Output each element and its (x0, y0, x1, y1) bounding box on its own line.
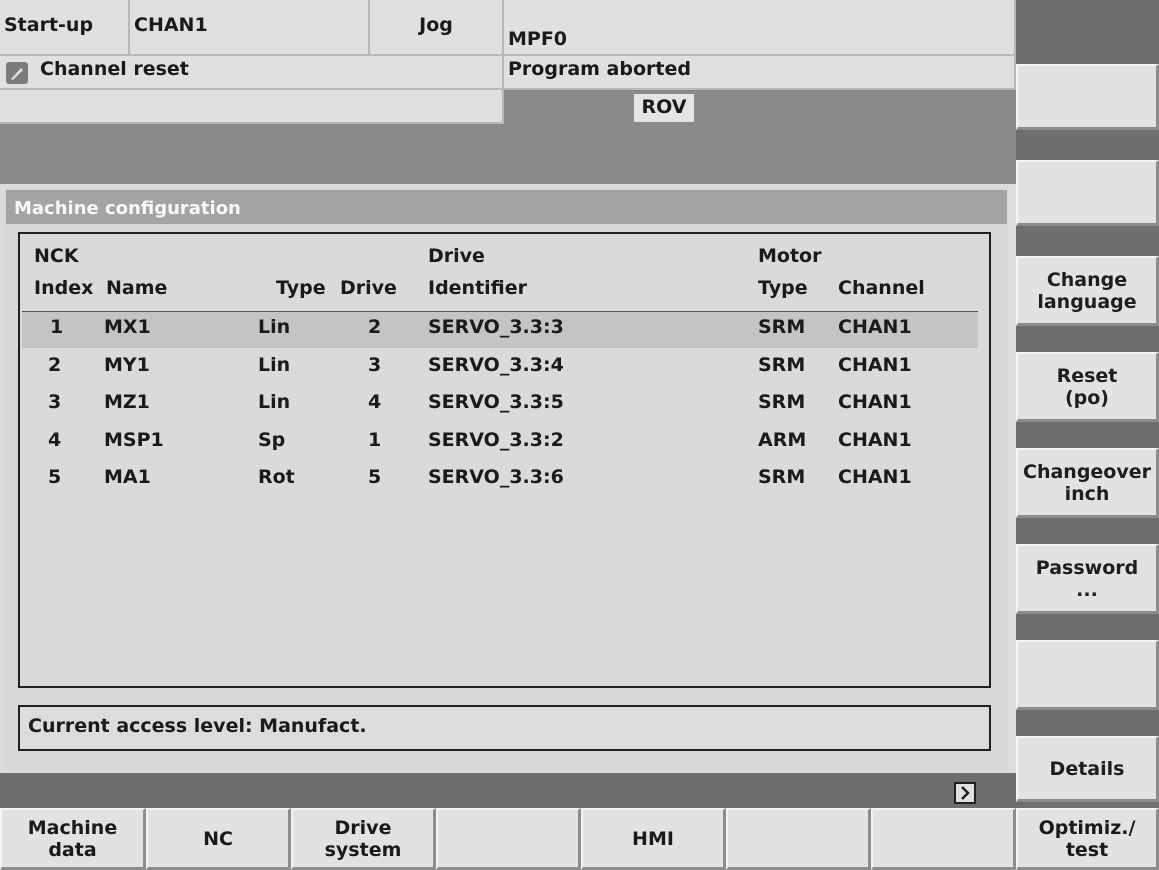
cell-index: 1 (50, 316, 64, 338)
cell-identifier: SERVO_3.3:3 (428, 316, 564, 338)
cell-drive: 5 (368, 466, 382, 488)
cell-type: Rot (258, 466, 295, 488)
cell-name: MY1 (104, 353, 150, 376)
col-index-top: NCK (34, 245, 79, 267)
cell-channel: CHAN1 (838, 353, 912, 376)
cell-name: MX1 (104, 316, 151, 338)
cell-index: 4 (48, 428, 62, 451)
message-band (0, 124, 1016, 184)
status-band (504, 90, 1016, 124)
cell-identifier: SERVO_3.3:5 (428, 391, 564, 413)
cell-motor-type: SRM (758, 466, 806, 488)
pencil-icon (6, 62, 28, 84)
cell-index: 3 (48, 391, 62, 413)
details-button[interactable]: Details (1016, 736, 1159, 802)
changeover-inch-button[interactable]: Changeover inch (1016, 448, 1159, 518)
cell-motor-type: SRM (758, 353, 806, 376)
cell-drive: 3 (368, 353, 382, 376)
nc-button[interactable]: NC (146, 808, 291, 870)
col-identifier: Identifier (428, 277, 528, 299)
col-channel: Channel (838, 277, 925, 299)
cell-index: 2 (48, 353, 62, 376)
reset-po-button[interactable]: Reset (po) (1016, 352, 1159, 422)
cell-channel: CHAN1 (838, 466, 912, 488)
machine-data-button[interactable]: Machine data (0, 808, 146, 870)
col-identifier-top: Drive (428, 245, 485, 267)
cell-channel: CHAN1 (838, 428, 912, 451)
cell-identifier: SERVO_3.3:2 (428, 428, 564, 451)
area-label: Start-up (0, 0, 130, 56)
vsoftkey-7[interactable] (1016, 640, 1159, 710)
alarm-line (0, 90, 504, 124)
cell-type: Lin (258, 316, 291, 338)
drive-system-button[interactable]: Drive system (291, 808, 436, 870)
vsoftkey-2[interactable] (1016, 160, 1159, 226)
cell-drive: 1 (368, 428, 382, 451)
hsoftkey-7[interactable] (871, 808, 1016, 870)
cell-identifier: SERVO_3.3:4 (428, 353, 564, 376)
mode-label: Jog (370, 0, 504, 56)
col-name: Name (106, 277, 168, 299)
cell-channel: CHAN1 (838, 316, 912, 338)
optimiz-test-button[interactable]: Optimiz./ test (1016, 808, 1159, 870)
cell-type: Lin (258, 353, 291, 376)
cell-motor-type: SRM (758, 316, 806, 338)
window-title: Machine configuration (6, 190, 1007, 224)
channel-status: Channel reset (0, 56, 504, 90)
change-language-button[interactable]: Change language (1016, 256, 1159, 326)
cell-identifier: SERVO_3.3:6 (428, 466, 564, 488)
col-motor-type: Type (758, 277, 808, 299)
cell-drive: 4 (368, 391, 382, 413)
cell-channel: CHAN1 (838, 391, 912, 413)
hsoftkey-6[interactable] (726, 808, 871, 870)
hsoftkey-4[interactable] (436, 808, 581, 870)
access-level: Current access level: Manufact. (18, 705, 991, 751)
channel-status-text: Channel reset (40, 58, 189, 80)
cell-motor-type: SRM (758, 391, 806, 413)
chevron-right-icon[interactable] (954, 782, 976, 804)
password-button[interactable]: Password ... (1016, 544, 1159, 614)
program-status: Program aborted (504, 56, 1016, 90)
cell-type: Sp (258, 428, 286, 451)
cell-name: MSP1 (104, 428, 164, 451)
channel-name: CHAN1 (130, 0, 370, 56)
pencil-icon-glyph (11, 68, 23, 80)
softkey-band (0, 773, 1016, 808)
cell-motor-type: ARM (758, 428, 807, 451)
cell-index: 5 (48, 466, 62, 488)
cell-drive: 2 (368, 316, 382, 338)
col-motor-type-top: Motor (758, 245, 822, 267)
rov-indicator: ROV (634, 94, 694, 122)
program-name: MPF0 (504, 0, 1016, 56)
cell-name: MA1 (104, 466, 151, 488)
col-type: Type (276, 277, 326, 299)
cell-type: Lin (258, 391, 291, 413)
vsoftkey-1[interactable] (1016, 64, 1159, 130)
col-drive: Drive (340, 277, 397, 299)
cell-name: MZ1 (104, 391, 150, 413)
col-index: Index (34, 277, 94, 299)
chevron-right-glyph (961, 786, 970, 800)
hmi-button[interactable]: HMI (581, 808, 726, 870)
